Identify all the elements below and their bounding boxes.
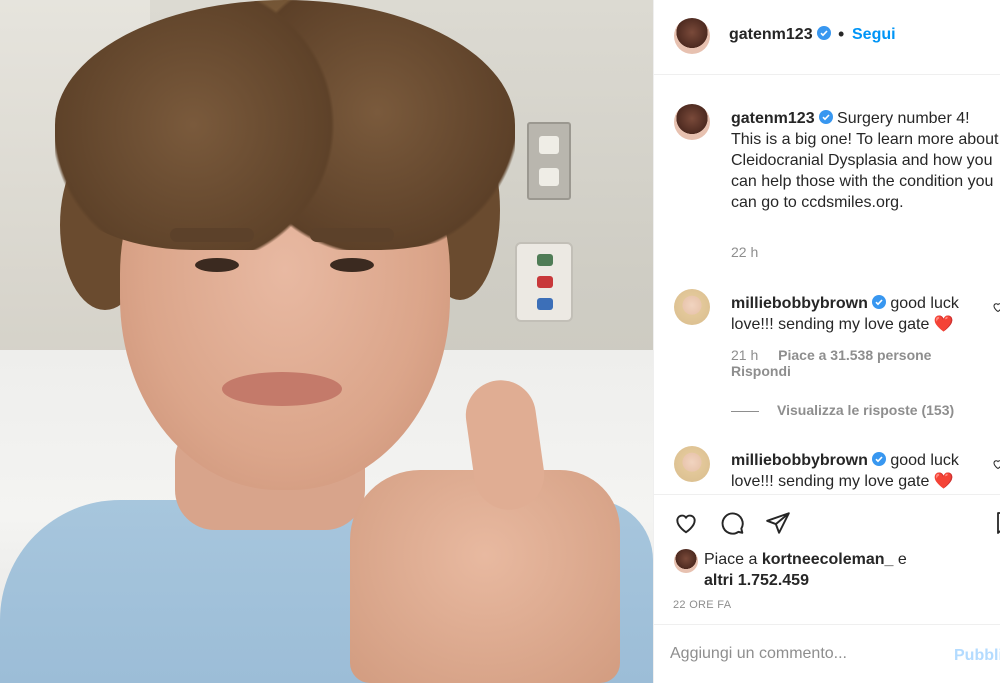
verified-badge-icon xyxy=(871,295,886,309)
post-actions: Piace a kortneecoleman_ e altri 1.752.45… xyxy=(654,494,1000,624)
hand-fist xyxy=(350,470,620,683)
comment-text-block: milliebobbybrown good luck love!!! sendi… xyxy=(731,450,1000,492)
post-photo[interactable] xyxy=(0,0,653,683)
commenter-username[interactable]: milliebobbybrown xyxy=(731,452,868,469)
likes-others[interactable]: altri 1.752.459 xyxy=(704,572,809,589)
comment-input[interactable] xyxy=(670,642,940,666)
nurse-call-box xyxy=(515,242,573,322)
right-eyebrow xyxy=(310,228,394,242)
comment-like-heart-icon[interactable] xyxy=(992,458,1000,470)
left-eyebrow xyxy=(170,228,254,242)
caption-avatar[interactable] xyxy=(674,104,710,140)
comment-time[interactable]: 21 h xyxy=(731,347,758,363)
wall-outlet xyxy=(527,122,571,200)
comment-text-block: milliebobbybrown good luck love!!! sendi… xyxy=(731,293,1000,335)
comment-like-heart-icon[interactable] xyxy=(992,301,1000,313)
author-username-row: gatenm123 xyxy=(729,26,831,44)
comments-list[interactable]: gatenm123 Surgery number 4! This is a bi… xyxy=(654,76,1000,494)
verified-badge-icon xyxy=(871,452,886,466)
verified-badge-icon xyxy=(816,26,831,40)
commenter-username[interactable]: milliebobbybrown xyxy=(731,295,868,312)
author-username[interactable]: gatenm123 xyxy=(729,26,813,43)
comment-icon[interactable] xyxy=(718,510,746,536)
comment-likes[interactable]: Piace a 31.538 persone xyxy=(778,347,931,363)
caption-time[interactable]: 22 h xyxy=(731,244,758,260)
separator-dot: • xyxy=(838,24,845,44)
caption-text-block: gatenm123 Surgery number 4! This is a bi… xyxy=(731,108,1000,213)
caption-meta: 22 h xyxy=(731,244,774,260)
bookmark-icon[interactable] xyxy=(994,510,1000,536)
liker-avatar[interactable] xyxy=(674,549,698,573)
liker-username[interactable]: kortneecoleman_ xyxy=(762,551,894,568)
author-avatar[interactable] xyxy=(674,18,710,54)
publish-button[interactable]: Pubblica xyxy=(954,647,1000,665)
follow-button[interactable]: Segui xyxy=(852,26,896,44)
commenter-avatar[interactable] xyxy=(674,289,710,325)
curly-hair xyxy=(55,0,515,250)
right-eye xyxy=(330,258,374,272)
post-timestamp[interactable]: 22 ORE FA xyxy=(673,599,731,611)
likes-summary: Piace a kortneecoleman_ e altri 1.752.45… xyxy=(674,549,984,591)
post-header: gatenm123 • Segui xyxy=(654,0,1000,75)
left-eye xyxy=(195,258,239,272)
likes-conj: e xyxy=(897,551,907,568)
verified-badge-icon xyxy=(818,110,833,124)
post-side-panel: gatenm123 • Segui gatenm123 Surgery numb… xyxy=(653,0,1000,683)
comment-reply-row: Rispondi xyxy=(731,363,807,379)
comment-meta: 21 h Piace a 31.538 persone xyxy=(731,347,947,363)
likes-prefix: Piace a xyxy=(704,551,758,568)
lips xyxy=(222,372,342,406)
share-icon[interactable] xyxy=(764,510,792,536)
reply-button[interactable]: Rispondi xyxy=(731,363,791,379)
add-comment-bar: Pubblica xyxy=(654,624,1000,683)
commenter-avatar[interactable] xyxy=(674,446,710,482)
caption-username[interactable]: gatenm123 xyxy=(731,110,815,127)
view-replies-button[interactable]: Visualizza le risposte (153) xyxy=(731,402,954,418)
heart-icon[interactable] xyxy=(672,510,700,536)
